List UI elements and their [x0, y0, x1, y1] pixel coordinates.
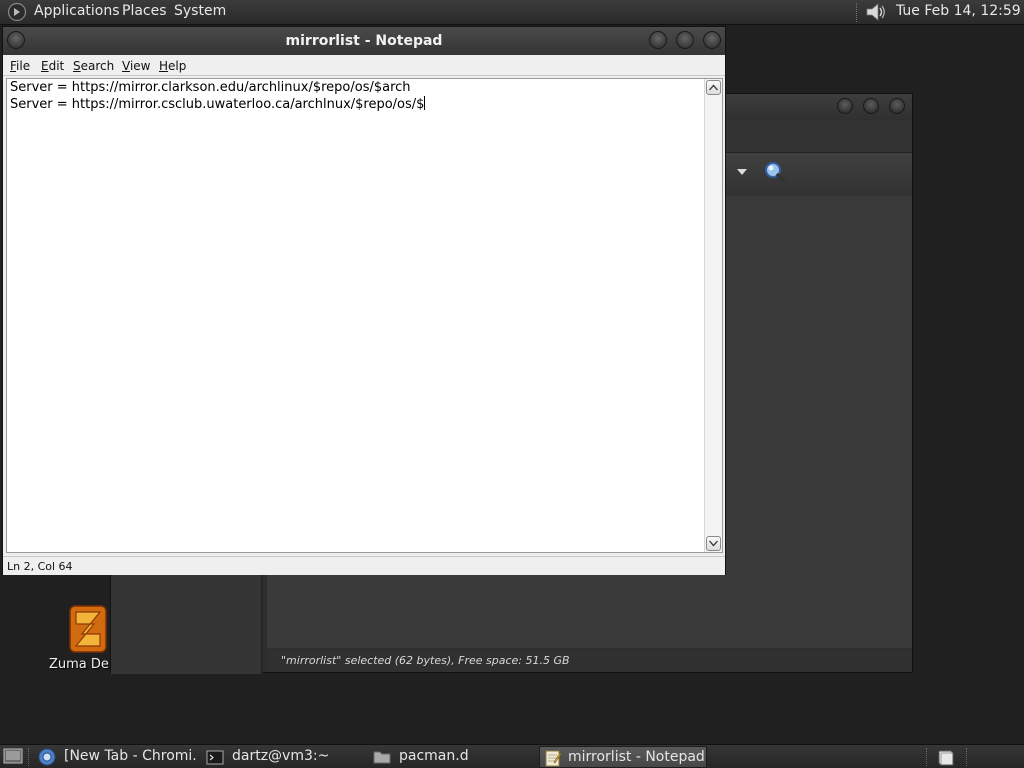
applications-menu[interactable]: Applications [34, 3, 120, 19]
chevron-down-icon [709, 540, 718, 547]
magnifier-icon[interactable] [763, 160, 789, 186]
task-label: mirrorlist - Notepad [568, 749, 705, 765]
task-terminal[interactable]: dartz@vm3:~ [206, 746, 366, 768]
chevron-down-icon[interactable] [737, 169, 747, 175]
notepad-icon [545, 750, 562, 767]
scroll-down-button[interactable] [706, 536, 721, 551]
text-line: Server = https://mirror.clarkson.edu/arc… [10, 80, 411, 95]
menu-edit[interactable]: Edit [41, 59, 64, 73]
top-panel: Applications Places System Tue Feb 14, 1… [0, 0, 1024, 25]
menu-view[interactable]: View [122, 59, 150, 73]
text-editor[interactable]: Server = https://mirror.clarkson.edu/arc… [6, 78, 723, 553]
taskbar-separator [966, 748, 967, 766]
scroll-up-button[interactable] [706, 80, 721, 95]
speaker-icon[interactable] [864, 1, 888, 23]
zuma-icon [69, 605, 107, 653]
task-label: dartz@vm3:~ [232, 748, 330, 764]
close-button[interactable] [703, 31, 721, 49]
gnome-foot-icon[interactable] [7, 2, 27, 22]
minimize-button[interactable] [649, 31, 667, 49]
folder-icon [373, 751, 391, 764]
bottom-taskbar: [New Tab - Chromi... dartz@vm3:~ pacman.… [0, 744, 1024, 768]
places-menu[interactable]: Places [122, 3, 167, 19]
status-bar: Ln 2, Col 64 [3, 556, 725, 575]
task-label: pacman.d [399, 748, 469, 764]
menu-search[interactable]: Search [73, 59, 114, 73]
taskbar-separator [28, 748, 29, 766]
menubar: File Edit Search View Help [3, 55, 725, 76]
chromium-icon [38, 748, 56, 766]
file-manager-status: "mirrorlist" selected (62 bytes), Free s… [267, 650, 912, 672]
minimize-button[interactable] [837, 98, 853, 114]
trash-icon[interactable] [936, 747, 956, 767]
text-line-with-caret: Server = https://mirror.csclub.uwaterloo… [10, 96, 426, 113]
show-desktop-icon[interactable] [3, 748, 23, 765]
taskbar-separator [926, 748, 927, 766]
task-label: [New Tab - Chromi... [64, 748, 198, 764]
task-file-manager[interactable]: pacman.d [373, 746, 533, 768]
menu-file[interactable]: File [10, 59, 30, 73]
vertical-scrollbar[interactable] [704, 79, 722, 552]
task-notepad[interactable]: mirrorlist - Notepad [539, 746, 707, 768]
system-menu[interactable]: System [174, 3, 226, 19]
clock[interactable]: Tue Feb 14, 12:59 AM [896, 3, 1024, 19]
task-chromium[interactable]: [New Tab - Chromi... [38, 746, 198, 768]
maximize-button[interactable] [863, 98, 879, 114]
panel-separator [856, 3, 859, 22]
window-title: mirrorlist - Notepad [285, 33, 443, 49]
close-button[interactable] [889, 98, 905, 114]
menu-help[interactable]: Help [159, 59, 186, 73]
maximize-button[interactable] [676, 31, 694, 49]
text-line: Server = https://mirror.csclub.uwaterloo… [10, 97, 425, 112]
terminal-icon [206, 750, 224, 765]
text-caret [424, 96, 426, 110]
editor-content[interactable]: Server = https://mirror.clarkson.edu/arc… [10, 80, 426, 113]
chevron-up-icon [709, 84, 718, 91]
notepad-titlebar[interactable]: mirrorlist - Notepad [3, 27, 725, 55]
notepad-window[interactable]: mirrorlist - Notepad File Edit Search Vi… [2, 26, 726, 575]
